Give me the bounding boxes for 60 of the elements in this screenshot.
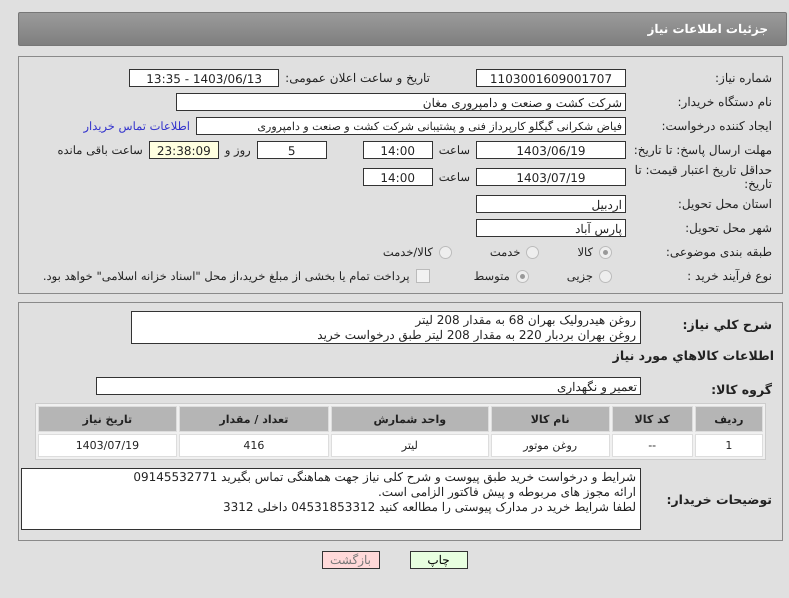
print-button[interactable]: چاپ [410,551,468,569]
checkbox[interactable] [416,269,430,283]
column-header: واحد شمارش [331,406,489,432]
section-heading: اطلاعات کالاهاي مورد نياز [611,348,775,363]
field-label: شماره نیاز: [714,71,773,85]
radio-button[interactable] [526,246,540,258]
field-label: طبقه بندی موضوعی: [664,245,773,259]
field-label: گروه کالا: [710,380,773,396]
goods-group-field: تعمیر و نگهداری [96,377,641,395]
time-label: ساعت [438,170,470,184]
field-label: نام دستگاه خریدار: [676,95,773,109]
column-header: ردیف [694,406,763,432]
date-field: 1403/06/19 [476,141,626,159]
buyer-field: شرکت کشت و صنعت و دامپروری مغان [176,93,626,111]
page-title: جزئیات اطلاعات نیاز [647,22,768,36]
field-label: حداقل تاریخ اعتبار قیمت: تا تاریخ: [634,163,773,191]
field-label: مهلت ارسال پاسخ: تا تاریخ: [632,143,773,157]
radio-label: کالا [577,245,593,259]
column-header: تاریخ نیاز [38,406,177,432]
column-header: نام کالا [490,406,610,432]
radio-button[interactable] [599,270,612,282]
time-label: ساعت [438,143,470,157]
time-field: 14:00 [362,168,433,186]
buyer-contact-link[interactable]: اطلاعات تماس خریدار [83,119,190,133]
table-cell: -- [612,434,693,457]
radio-button[interactable] [516,270,529,282]
table-cell: روغن موتور [490,434,610,457]
field-label: تاریخ و ساعت اعلان عمومی: [285,71,430,85]
table-cell: 1403/07/19 [38,434,177,457]
date-field: 1403/07/19 [476,168,626,186]
province-field: اردبیل [476,195,626,213]
buyer-notes-textarea[interactable]: شرایط و درخواست خرید طبق پیوست و شرح کلی نیاز جهت هماهنگی تماس بگیرید 09145532771 ارائه مجوز های مربوطه و پیش فاکتور الزامی است. لطفا شرایط خرید در مدارک پیوستی را مطالعه کنید 04531853312 داخلی 3312 [21,468,641,530]
field-label: ایجاد کننده درخواست: [660,119,773,133]
table-cell: 416 [178,434,330,457]
remaining-label: ساعت باقی مانده [58,143,143,157]
days-label: روز و [224,143,251,157]
remaining-time-field: 23:38:09 [148,141,219,159]
creator-field: فیاض شکرانی گیگلو کارپرداز فنی و پشتیبانی شرکت کشت و صنعت و دامپروری [196,117,626,135]
announce-date-field: 1403/06/13 - 13:35 [129,69,280,87]
need-number-field: 1103001609001707 [476,69,626,87]
table-cell: 1 [694,434,763,457]
radio-label: کالا/خدمت [382,245,433,259]
field-label: شرح کلي نياز: [682,316,773,332]
radio-label: متوسط [474,269,510,283]
radio-label: خدمت [490,245,520,259]
city-field: پارس آباد [476,219,626,237]
field-label: نوع فرآیند خرید : [686,269,773,283]
table-cell: لیتر [331,434,489,457]
time-field: 14:00 [362,141,433,159]
days-field: 5 [256,141,327,159]
column-header: تعداد / مقدار [178,406,330,432]
radio-button[interactable] [438,246,452,258]
radio-button[interactable] [599,246,612,258]
field-label: شهر محل تحویل: [684,221,773,235]
field-label: توضیحات خریدار: [665,491,773,507]
column-header: کد کالا [612,406,693,432]
description-textarea[interactable]: روغن هیدرولیک بهران 68 به مقدار 208 لیتر روغن بهران بردبار 220 به مقدار 208 لیتر طبق درخواست خرید [131,311,641,344]
radio-label: جزیی [566,269,593,283]
field-label: استان محل تحویل: [676,197,773,211]
payment-label: پرداخت تمام یا بخشی از مبلغ خرید،از محل "اسناد خزانه اسلامی" خواهد بود. [42,269,410,283]
